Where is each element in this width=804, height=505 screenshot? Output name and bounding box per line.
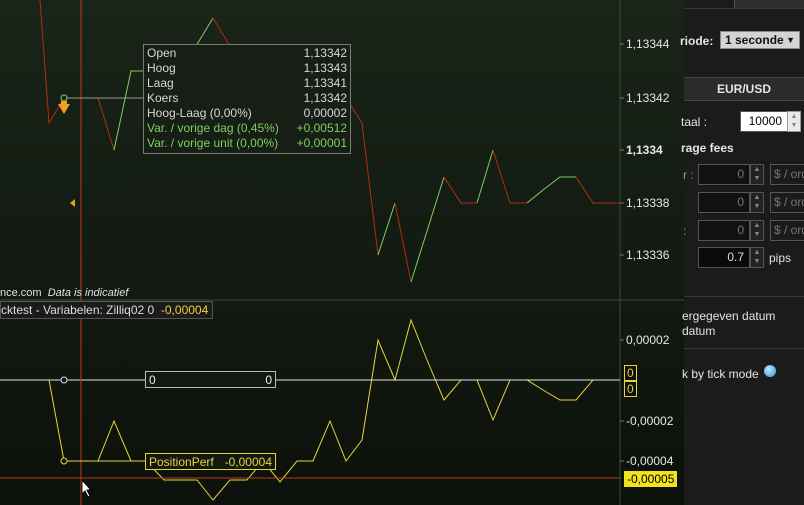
tooltip-row-variation: Var. / vorige unit (0,00%) +0,00001	[147, 136, 347, 150]
scroll-left-icon[interactable]	[70, 199, 75, 207]
axis-tag-zero: 0	[624, 381, 637, 397]
price-axis-ticks	[620, 43, 624, 462]
current-value-tag: -0,00005	[624, 471, 678, 487]
date-option-label[interactable]: ergegeven datum	[682, 309, 775, 323]
pips-stepper[interactable]: ▲ ▼	[750, 247, 764, 268]
fee-stepper[interactable]: ▲ ▼	[750, 220, 764, 241]
hover-point-marker	[60, 94, 68, 102]
fee-input[interactable]: 0	[698, 192, 750, 213]
aantal-input[interactable]: 10000	[740, 111, 788, 132]
price-axis-label: 1,13344	[626, 37, 670, 51]
ohlc-tooltip: Open 1,13342 Hoog 1,13343 Laag 1,13341 Koer…	[143, 44, 351, 154]
panel-tab[interactable]	[734, 0, 804, 8]
price-axis-label: 1,13338	[626, 196, 670, 210]
fee-unit-select[interactable]: $ / ord	[770, 164, 804, 185]
tooltip-row: Hoog-Laag (0,00%) 0,00002	[147, 106, 347, 120]
fees-label: rage fees	[681, 141, 734, 155]
price-axis-label: 1,13342	[626, 91, 670, 105]
price-axis-label: 1,1334	[626, 143, 663, 157]
zero-point-marker	[60, 376, 68, 384]
mouse-cursor-icon	[81, 479, 93, 498]
periode-select[interactable]: 1 seconde ▼	[720, 31, 800, 49]
divider	[684, 8, 804, 9]
price-axis-label: 1,13336	[626, 248, 670, 262]
divider	[684, 348, 804, 349]
periode-label: riode:	[680, 34, 714, 48]
aantal-stepper[interactable]: ▲ ▼	[787, 111, 801, 132]
sell-arrow-icon	[58, 101, 70, 114]
fee-stepper[interactable]: ▲ ▼	[750, 192, 764, 213]
fee-row-label: r :	[683, 168, 694, 182]
pips-input[interactable]: 0.7	[698, 247, 750, 268]
zero-label-box: 00	[145, 371, 276, 388]
pp-point-marker	[60, 457, 68, 465]
data-source-note: nce.com Data is indicatief	[0, 287, 129, 299]
pips-label: pips	[769, 251, 792, 265]
tooltip-row: Laag 1,13341	[147, 76, 347, 90]
fee-input[interactable]: 0	[698, 220, 750, 241]
fee-unit-select[interactable]: $ / ord	[770, 220, 804, 241]
indicator-header[interactable]: cktest - Variabelen: Zilliq02 0 -0,00004	[0, 301, 214, 319]
instrument-header: EUR/USD	[684, 77, 804, 101]
indicator-line	[0, 318, 620, 501]
tooltip-row-variation: Var. / vorige dag (0,45%) +0,00512	[147, 121, 347, 135]
settings-panel: riode: 1 seconde ▼ EUR/USD taal : 10000 ▲…	[680, 0, 804, 505]
tick-mode-label[interactable]: k by tick mode	[682, 367, 759, 381]
divider	[684, 296, 804, 297]
info-bubble-icon[interactable]	[764, 365, 776, 377]
chart-area[interactable]: 1,13344 1,13342 1,1334 1,13338 1,13336 0…	[0, 0, 684, 505]
date-option-label[interactable]: datum	[682, 324, 715, 338]
fee-row-label: :	[683, 224, 687, 238]
fee-unit-select[interactable]: $ / ord	[770, 192, 804, 213]
aantal-label: taal :	[681, 115, 708, 129]
indicator-axis-label: -0,00002	[626, 414, 674, 428]
tooltip-row: Hoog 1,13343	[147, 61, 347, 75]
indicator-axis-label: 0,00002	[626, 333, 670, 347]
position-perf-label: PositionPerf -0,00004	[145, 453, 276, 470]
axis-tag-zero: 0	[624, 365, 637, 381]
tooltip-row: Koers 1,13342	[147, 91, 347, 105]
fee-input[interactable]: 0	[698, 164, 750, 185]
indicator-axis-label: -0,00004	[626, 454, 674, 468]
fee-stepper[interactable]: ▲ ▼	[750, 164, 764, 185]
chevron-down-icon: ▼	[786, 35, 795, 45]
tooltip-row: Open 1,13342	[147, 46, 347, 60]
